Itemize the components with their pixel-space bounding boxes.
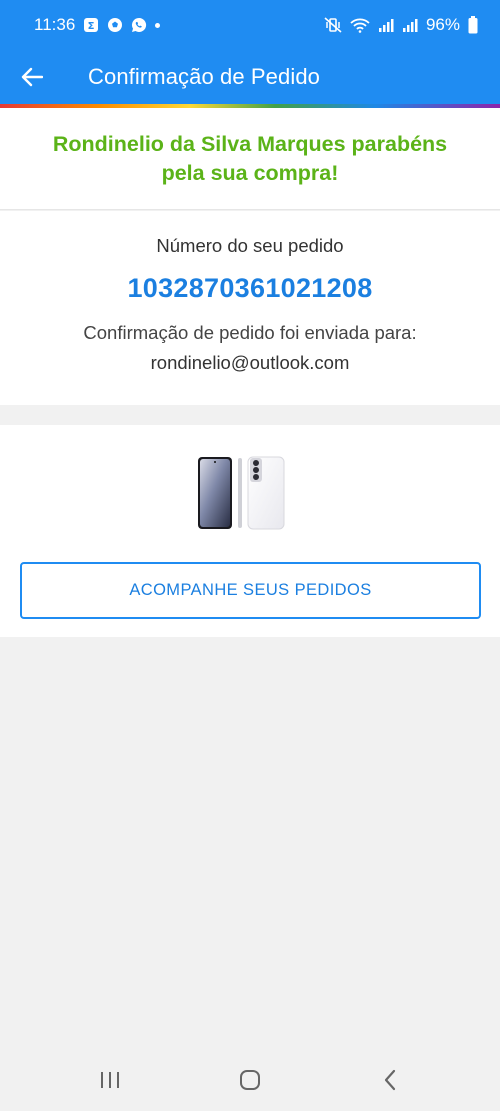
recent-apps-button[interactable] [90,1062,130,1098]
signal-icon [378,17,394,33]
system-nav-bar [0,1050,500,1111]
order-info-card: Número do seu pedido 1032870361021208 Co… [0,211,500,405]
confirmation-email: rondinelio@outlook.com [150,352,350,373]
status-time: 11:36 [34,15,76,34]
back-icon [384,1069,396,1091]
status-bar: 11:36 Σ 96% [0,0,500,50]
congrats-message: Rondinelio da Silva Marques parabéns pel… [52,131,448,185]
mute-vibrate-icon [324,17,342,33]
arrow-left-icon [21,67,43,87]
product-card: ACOMPANHE SEUS PEDIDOS [0,425,500,637]
smartphone-image [198,456,285,530]
back-button[interactable] [0,50,64,104]
wifi-icon [350,17,370,33]
battery-icon [468,16,478,34]
app-bar: Confirmação de Pedido [0,50,500,104]
notification-dot [155,22,161,28]
battery-percentage: 96% [425,15,460,34]
track-orders-button[interactable]: ACOMPANHE SEUS PEDIDOS [20,562,481,619]
home-button[interactable] [230,1062,270,1098]
calendar-icon: Σ [83,17,99,33]
svg-text:Σ: Σ [88,21,95,32]
nav-back-button[interactable] [370,1062,410,1098]
order-confirmation-screen: 11:36 Σ 96% Confirmação de Pedido Rondin… [0,0,500,1111]
whatsapp-icon [131,17,147,33]
page-title: Confirmação de Pedido [88,64,321,89]
order-number: 1032870361021208 [127,273,373,303]
status-bar-left: 11:36 Σ [34,15,161,35]
soccer-ball-icon [107,17,123,33]
confirmation-sent-label: Confirmação de pedido foi enviada para: [83,322,417,343]
congrats-card: Rondinelio da Silva Marques parabéns pel… [0,108,500,210]
status-bar-right: 96% [324,15,478,35]
recent-apps-icon [101,1072,119,1088]
signal-icon [402,17,418,33]
home-icon [240,1070,260,1090]
order-number-label: Número do seu pedido [156,235,344,256]
